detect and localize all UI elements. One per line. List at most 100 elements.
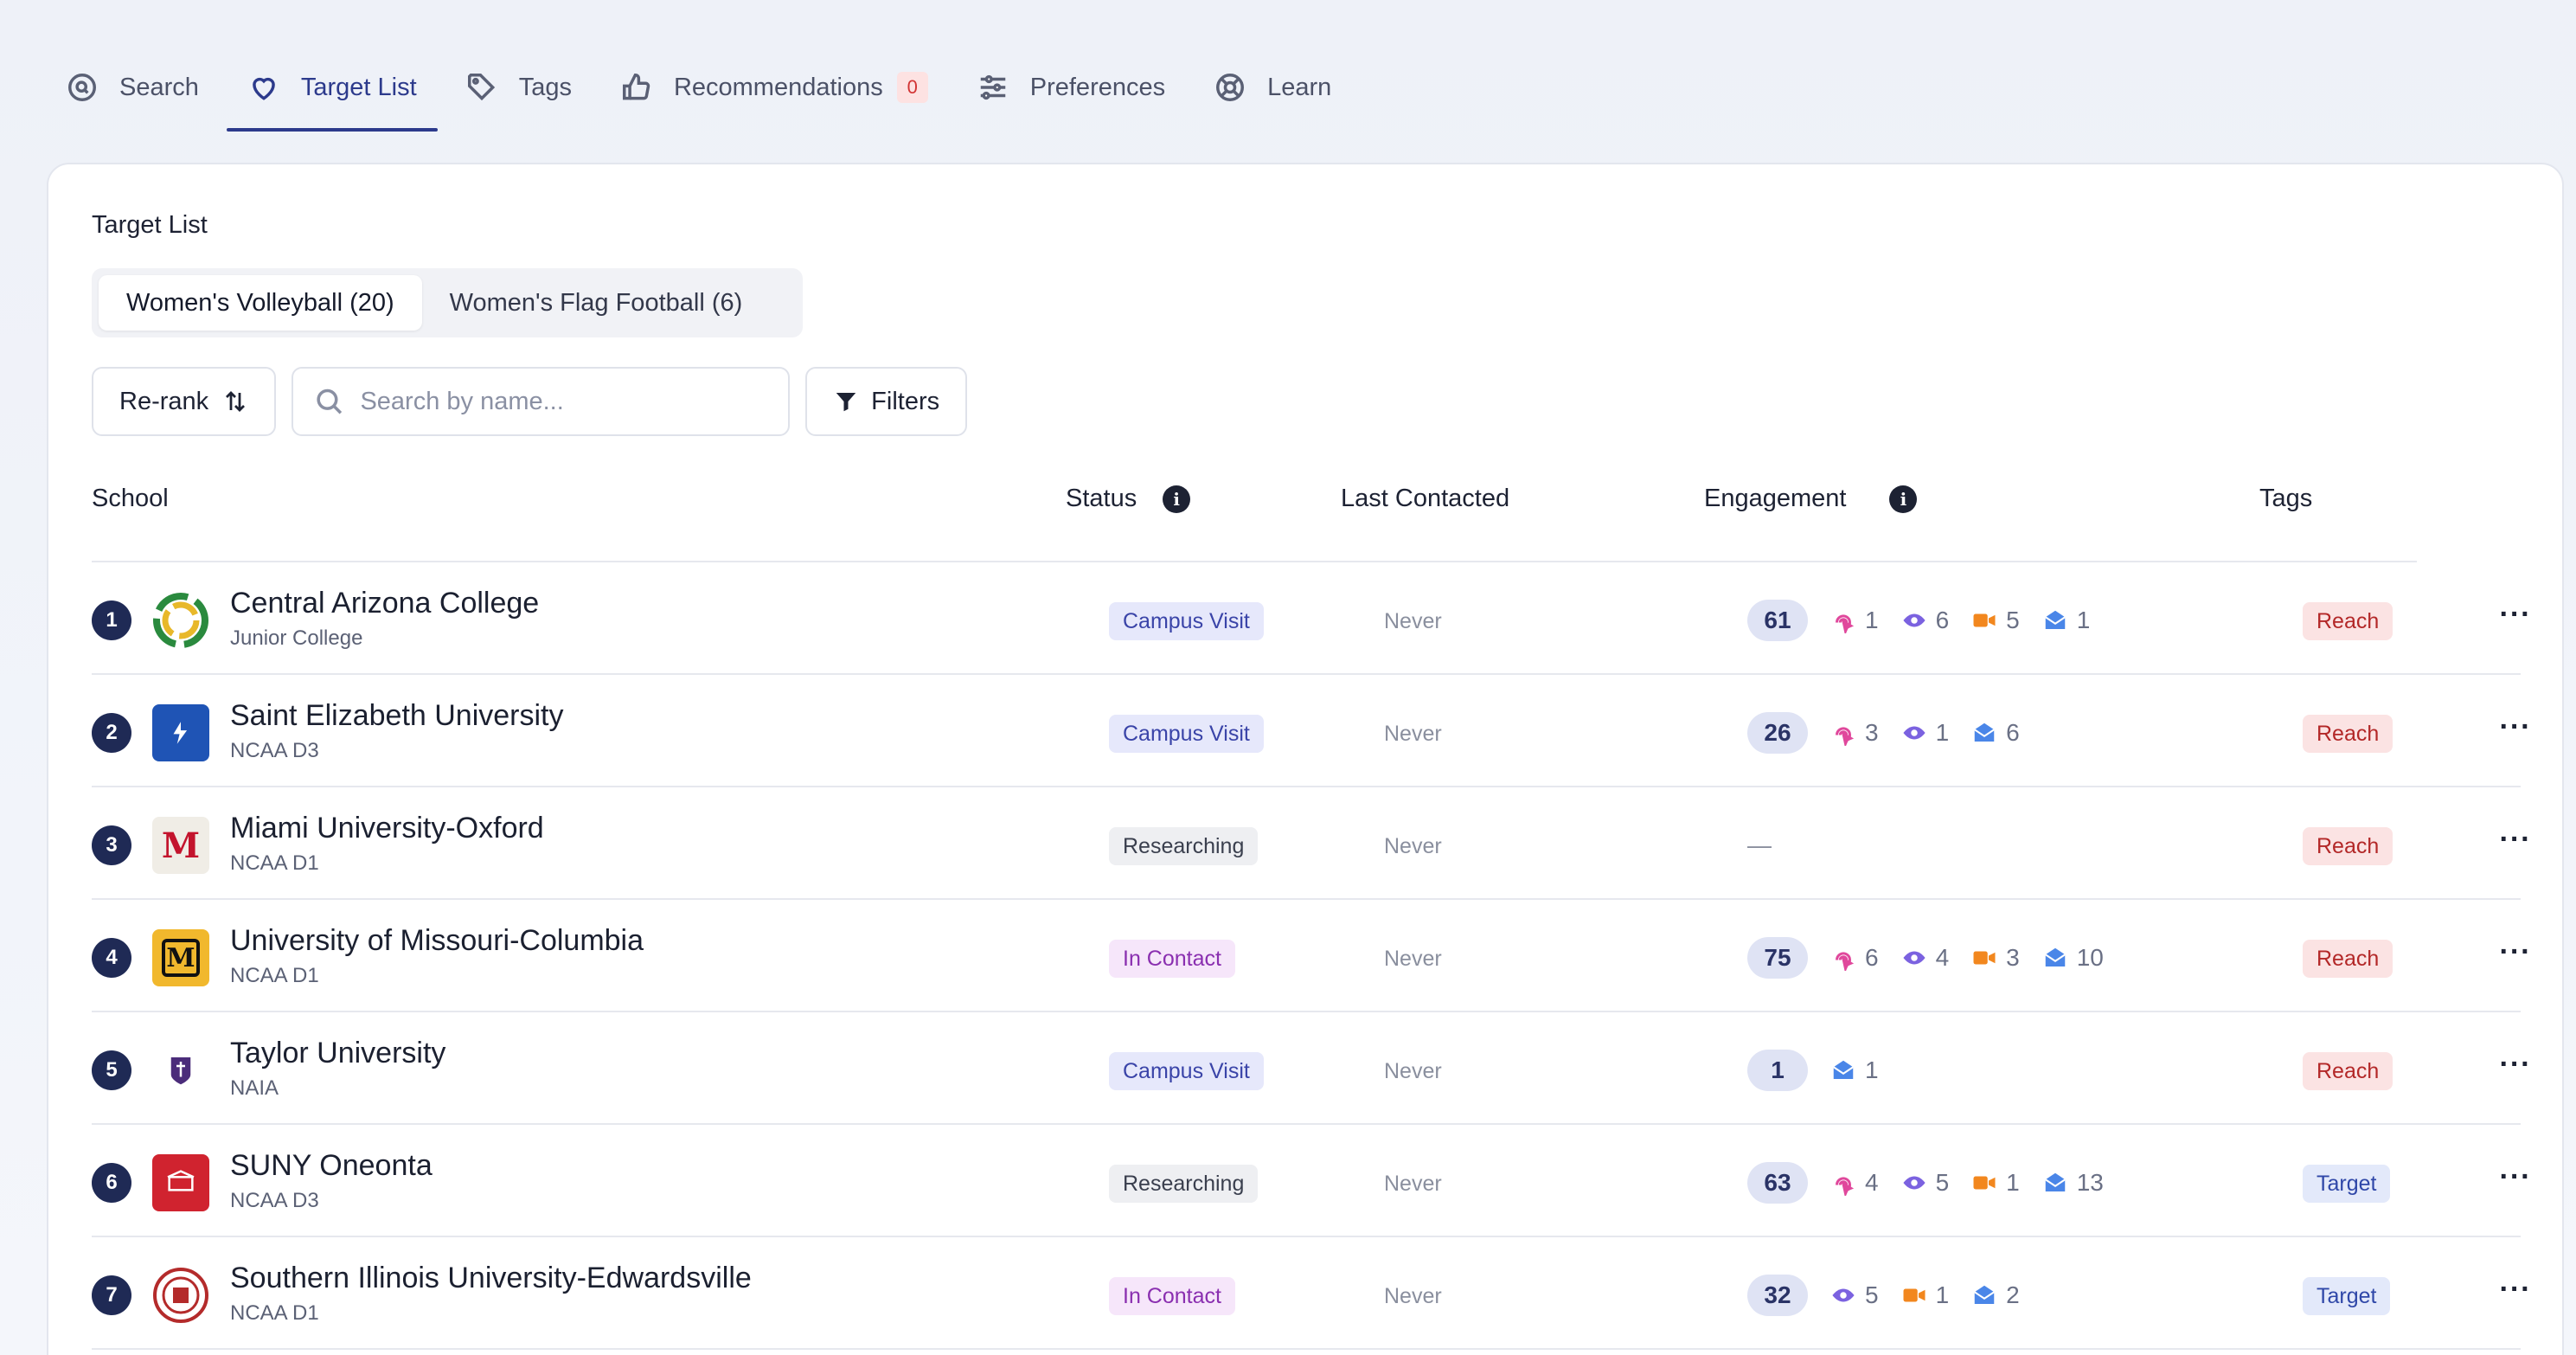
row-more-menu-icon[interactable]: ··· bbox=[2496, 1270, 2534, 1308]
table-row[interactable]: 1 Central Arizona College Junior College… bbox=[92, 562, 2530, 675]
tab-tags[interactable]: Tags bbox=[465, 55, 572, 119]
school-name[interactable]: Taylor University bbox=[230, 1037, 445, 1070]
engagement-emails: 13 bbox=[2042, 1169, 2104, 1197]
school-header-label: School bbox=[92, 485, 169, 512]
column-header-engagement[interactable]: Engagement i bbox=[1704, 485, 1918, 513]
engagement-pages-icon bbox=[1830, 1170, 1865, 1196]
last-contacted: Never bbox=[1384, 722, 1442, 746]
engagement-pages-icon bbox=[1830, 607, 1865, 633]
engagement-views-count: 6 bbox=[1935, 607, 1950, 633]
filters-button[interactable]: Filters bbox=[805, 367, 968, 436]
tag-badge[interactable]: Reach bbox=[2303, 715, 2393, 753]
engagement-info-icon[interactable]: i bbox=[1889, 485, 1918, 513]
school-division: NCAA D3 bbox=[230, 1189, 319, 1212]
table-row[interactable]: 7 Southern Illinois University-Edwardsvi… bbox=[92, 1237, 2530, 1350]
tag-badge[interactable]: Reach bbox=[2303, 1052, 2393, 1090]
tag-badge[interactable]: Target bbox=[2303, 1165, 2391, 1203]
search-input[interactable] bbox=[360, 387, 768, 416]
status-info-icon[interactable]: i bbox=[1163, 485, 1191, 513]
engagement-views: 4 bbox=[1901, 944, 1949, 972]
engagement-emails-count: 6 bbox=[2006, 719, 2020, 746]
segment-womens-flag-football[interactable]: Women's Flag Football (6) bbox=[422, 275, 771, 331]
engagement-pages-icon bbox=[1830, 945, 1865, 971]
status-badge[interactable]: In Contact bbox=[1109, 940, 1235, 978]
tag-badge[interactable]: Reach bbox=[2303, 827, 2393, 865]
engagement-emails-count: 13 bbox=[2076, 1169, 2104, 1196]
last-contacted: Never bbox=[1384, 1284, 1442, 1308]
tag-badge[interactable]: Target bbox=[2303, 1277, 2391, 1315]
table-row[interactable]: 6 SUNY Oneonta NCAA D3 Researching Never… bbox=[92, 1125, 2530, 1237]
filters-label: Filters bbox=[871, 387, 940, 415]
engagement-videos: 1 bbox=[1971, 1169, 2020, 1197]
engagement-emails-count: 1 bbox=[2076, 607, 2091, 633]
tag-badge[interactable]: Reach bbox=[2303, 940, 2393, 978]
column-header-school[interactable]: School bbox=[92, 485, 169, 513]
engagement-empty: — bbox=[1747, 832, 1772, 858]
table-row[interactable]: 4 M University of Missouri-Columbia NCAA… bbox=[92, 900, 2530, 1012]
engagement-emails-count: 1 bbox=[1865, 1056, 1879, 1083]
status-badge[interactable]: Campus Visit bbox=[1109, 602, 1264, 640]
status-badge[interactable]: Campus Visit bbox=[1109, 715, 1264, 753]
school-name[interactable]: Southern Illinois University-Edwardsvill… bbox=[230, 1262, 752, 1295]
engagement-pages-count: 3 bbox=[1865, 719, 1879, 746]
tab-tags-label: Tags bbox=[518, 73, 572, 101]
column-header-tags[interactable]: Tags bbox=[2259, 485, 2312, 513]
row-more-menu-icon[interactable]: ··· bbox=[2496, 708, 2534, 746]
status-badge[interactable]: Campus Visit bbox=[1109, 1052, 1264, 1090]
list-toolbar: Re-rank Filters bbox=[92, 367, 983, 436]
tag-badge[interactable]: Reach bbox=[2303, 602, 2393, 640]
recommendations-count-badge: 0 bbox=[896, 72, 928, 103]
engagement-emails: 1 bbox=[2042, 607, 2091, 634]
engagement-views-count: 1 bbox=[1935, 719, 1950, 746]
rerank-button[interactable]: Re-rank bbox=[92, 367, 277, 436]
status-badge[interactable]: In Contact bbox=[1109, 1277, 1235, 1315]
status-badge[interactable]: Researching bbox=[1109, 1165, 1259, 1203]
tab-target-list[interactable]: Target List bbox=[226, 55, 438, 132]
engagement-views-icon bbox=[1901, 607, 1936, 633]
table-row[interactable]: 2 Saint Elizabeth University NCAA D3 Cam… bbox=[92, 675, 2530, 787]
tab-search-label: Search bbox=[119, 73, 199, 101]
table-row[interactable]: 5 Taylor University NAIA Campus Visit Ne… bbox=[92, 1012, 2530, 1125]
tab-search[interactable]: Search bbox=[66, 55, 199, 119]
segment-womens-volleyball[interactable]: Women's Volleyball (20) bbox=[99, 275, 422, 331]
status-header-label: Status bbox=[1066, 485, 1137, 512]
row-more-menu-icon[interactable]: ··· bbox=[2496, 1045, 2534, 1083]
status-badge[interactable]: Researching bbox=[1109, 827, 1259, 865]
sliders-icon bbox=[980, 74, 1005, 100]
row-more-menu-icon[interactable]: ··· bbox=[2496, 820, 2534, 858]
table-row[interactable]: 3 M Miami University-Oxford NCAA D1 Rese… bbox=[92, 787, 2530, 900]
school-name[interactable]: Miami University-Oxford bbox=[230, 812, 544, 845]
engagement-videos-count: 1 bbox=[2006, 1169, 2020, 1196]
card-title: Target List bbox=[92, 211, 208, 239]
engagement-videos: 5 bbox=[1971, 607, 2020, 634]
last-contacted: Never bbox=[1384, 609, 1442, 633]
engagement-emails-icon bbox=[2042, 1170, 2077, 1196]
row-more-menu-icon[interactable]: ··· bbox=[2496, 595, 2534, 633]
tab-preferences[interactable]: Preferences bbox=[977, 55, 1165, 119]
school-logo bbox=[152, 1267, 209, 1324]
school-division: NCAA D1 bbox=[230, 1301, 319, 1325]
engagement-views-icon bbox=[1901, 945, 1936, 971]
engagement-views: 6 bbox=[1901, 607, 1950, 634]
school-name[interactable]: SUNY Oneonta bbox=[230, 1149, 433, 1183]
engagement-emails-count: 10 bbox=[2076, 944, 2104, 971]
engagement-header-label: Engagement bbox=[1704, 485, 1847, 512]
school-division: NCAA D3 bbox=[230, 739, 319, 762]
column-header-last-contacted[interactable]: Last Contacted bbox=[1341, 485, 1509, 513]
engagement-pages-count: 1 bbox=[1865, 607, 1879, 633]
last-contacted: Never bbox=[1384, 1059, 1442, 1083]
row-more-menu-icon[interactable]: ··· bbox=[2496, 933, 2534, 971]
tab-recommendations[interactable]: Recommendations 0 bbox=[620, 55, 928, 119]
school-name[interactable]: Central Arizona College bbox=[230, 587, 539, 620]
tab-learn[interactable]: Learn bbox=[1214, 55, 1331, 119]
engagement-pages: 3 bbox=[1830, 719, 1879, 747]
engagement-videos-count: 3 bbox=[2006, 944, 2020, 971]
column-header-status[interactable]: Status i bbox=[1066, 485, 1191, 513]
row-more-menu-icon[interactable]: ··· bbox=[2496, 1158, 2534, 1196]
school-logo: M bbox=[152, 929, 209, 986]
school-name[interactable]: Saint Elizabeth University bbox=[230, 699, 564, 733]
school-name[interactable]: University of Missouri-Columbia bbox=[230, 924, 644, 958]
sport-segmented-control: Women's Volleyball (20) Women's Flag Foo… bbox=[92, 268, 803, 337]
engagement-views-icon bbox=[1830, 1282, 1865, 1308]
engagement-views-icon bbox=[1901, 720, 1936, 746]
